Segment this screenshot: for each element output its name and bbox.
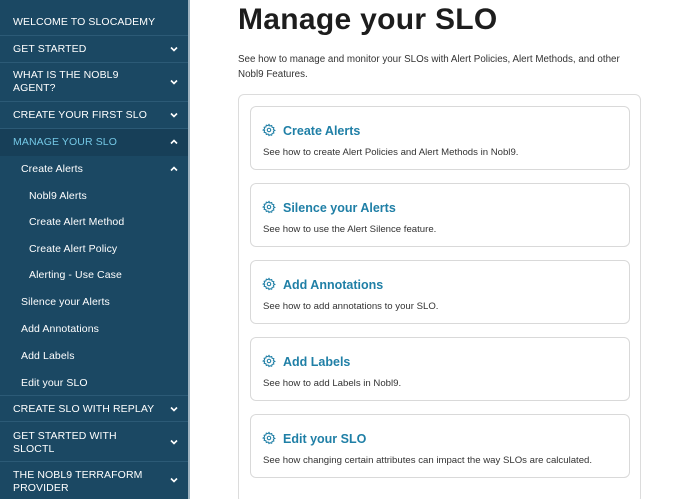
sidebar-item-edit-slo[interactable]: Edit your SLO	[0, 372, 188, 396]
card-title[interactable]: Add Labels	[283, 355, 350, 369]
chevron-down-icon[interactable]	[169, 44, 179, 54]
sidebar-item-label: CREATE SLO WITH REPLAY	[13, 403, 155, 415]
page-intro: See how to manage and monitor your SLOs …	[238, 54, 620, 80]
sidebar-item-alerting-use-case[interactable]: Alerting - Use Case	[0, 264, 188, 291]
sidebar-item-get-started[interactable]: GET STARTED	[0, 36, 188, 63]
page-title: Manage your SLO	[238, 3, 498, 36]
sidebar-item-manage-slo[interactable]: MANAGE YOUR SLO	[0, 129, 188, 156]
sidebar-item-create-alert-policy[interactable]: Create Alert Policy	[0, 237, 188, 264]
card-edit-slo[interactable]: Edit your SLO See how changing certain a…	[250, 414, 630, 478]
sidebar-item-sloctl[interactable]: GET STARTED WITH SLOCTL	[0, 422, 188, 462]
sidebar-item-create-alerts[interactable]: Create Alerts	[0, 156, 188, 183]
card-description: See how to add Labels in Nobl9.	[263, 378, 402, 389]
sidebar-item-terraform-provider[interactable]: THE NOBL9 TERRAFORM PROVIDER	[0, 462, 188, 499]
gear-icon	[262, 277, 276, 291]
sidebar-item-label: Edit your SLO	[21, 377, 88, 389]
card-title[interactable]: Edit your SLO	[283, 432, 366, 446]
gear-icon	[262, 431, 276, 445]
sidebar-item-nobl9-alerts[interactable]: Nobl9 Alerts	[0, 183, 188, 210]
chevron-down-icon[interactable]	[169, 475, 179, 485]
sidebar-item-label: Alerting - Use Case	[29, 269, 122, 281]
main-content: Manage your SLO See how to manage and mo…	[190, 0, 687, 499]
card-add-labels[interactable]: Add Labels See how to add Labels in Nobl…	[250, 337, 630, 401]
chevron-down-icon[interactable]	[169, 404, 179, 414]
sidebar-item-label: MANAGE YOUR SLO	[13, 136, 117, 148]
card-title[interactable]: Add Annotations	[283, 278, 383, 292]
sidebar-item-label: Create Alerts	[21, 163, 83, 175]
sidebar-item-create-first-slo[interactable]: CREATE YOUR FIRST SLO	[0, 102, 188, 129]
sidebar-item-label: Add Labels	[21, 350, 75, 362]
sidebar-item-add-annotations[interactable]: Add Annotations	[0, 318, 188, 345]
cards-panel: Create Alerts See how to create Alert Po…	[238, 94, 641, 499]
sidebar-item-label: GET STARTED	[13, 43, 87, 55]
card-description: See how changing certain attributes can …	[263, 455, 593, 466]
card-create-alerts[interactable]: Create Alerts See how to create Alert Po…	[250, 106, 630, 170]
chevron-up-icon[interactable]	[169, 164, 179, 174]
chevron-up-icon[interactable]	[169, 137, 179, 147]
sidebar-item-label: WHAT IS THE NOBL9 AGENT?	[13, 69, 119, 94]
card-title[interactable]: Create Alerts	[283, 124, 360, 138]
card-description: See how to use the Alert Silence feature…	[263, 224, 437, 235]
sidebar-item-nobl9-agent[interactable]: WHAT IS THE NOBL9 AGENT?	[0, 63, 188, 102]
sidebar-item-label: Create Alert Method	[29, 216, 125, 228]
sidebar-item-label: Silence your Alerts	[21, 296, 110, 308]
sidebar-item-silence-alerts[interactable]: Silence your Alerts	[0, 291, 188, 318]
gear-icon	[262, 200, 276, 214]
card-description: See how to add annotations to your SLO.	[263, 301, 439, 312]
card-add-annotations[interactable]: Add Annotations See how to add annotatio…	[250, 260, 630, 324]
chevron-down-icon[interactable]	[169, 77, 179, 87]
gear-icon	[262, 123, 276, 137]
sidebar-item-label: Nobl9 Alerts	[29, 190, 87, 202]
sidebar-item-label: THE NOBL9 TERRAFORM PROVIDER	[13, 469, 143, 494]
sidebar-item-label: CREATE YOUR FIRST SLO	[13, 109, 147, 121]
sidebar-item-label: GET STARTED WITH SLOCTL	[13, 430, 117, 455]
sidebar-item-welcome[interactable]: WELCOME TO SLOCADEMY	[0, 0, 188, 36]
sidebar-item-label: Create Alert Policy	[29, 243, 118, 255]
sidebar-item-label: Add Annotations	[21, 323, 99, 335]
sidebar-item-create-slo-replay[interactable]: CREATE SLO WITH REPLAY	[0, 396, 188, 422]
sidebar-item-create-alert-method[interactable]: Create Alert Method	[0, 210, 188, 237]
card-title[interactable]: Silence your Alerts	[283, 201, 396, 215]
sidebar-item-label: WELCOME TO SLOCADEMY	[13, 16, 156, 28]
sidebar-item-add-labels[interactable]: Add Labels	[0, 345, 188, 372]
sidebar-nav: WELCOME TO SLOCADEMY GET STARTED WHAT IS…	[0, 0, 188, 499]
chevron-down-icon[interactable]	[169, 437, 179, 447]
card-silence-alerts[interactable]: Silence your Alerts See how to use the A…	[250, 183, 630, 247]
card-description: See how to create Alert Policies and Ale…	[263, 147, 519, 158]
chevron-down-icon[interactable]	[169, 110, 179, 120]
gear-icon	[262, 354, 276, 368]
